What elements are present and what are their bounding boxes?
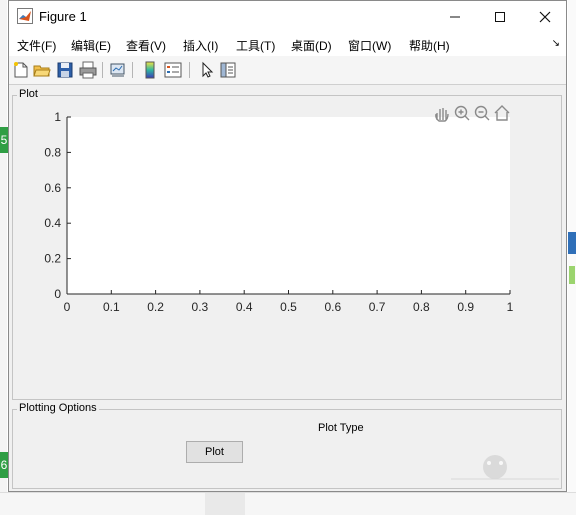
x-tick-label: 0.6 <box>324 300 341 314</box>
line-number-badge: 5 <box>0 127 8 153</box>
y-tick-label: 0.6 <box>44 181 61 195</box>
background-block <box>205 493 245 515</box>
background-editor-right <box>568 0 576 514</box>
y-tick-label: 0 <box>54 287 61 301</box>
restore-view-icon[interactable] <box>494 105 510 121</box>
background-editor-left <box>0 0 7 514</box>
background-blue-bar <box>568 232 576 254</box>
x-tick-label: 0.5 <box>280 300 297 314</box>
background-taskbar-strip <box>0 492 576 515</box>
y-tick-label: 1 <box>54 110 61 124</box>
y-tick-label: 0.8 <box>44 145 61 159</box>
line-number-badge: 6 <box>0 452 8 478</box>
plotting-options-title: Plotting Options <box>17 402 99 414</box>
y-tick-label: 0.2 <box>44 252 61 266</box>
x-tick-label: 0.8 <box>413 300 430 314</box>
axis-group: 0 0.1 0.2 0.3 0.4 0.5 0.6 0.7 0.8 0.9 1 0 0.2 0.4 0.6 0… <box>44 110 513 314</box>
y-tick-label: 0.4 <box>44 216 61 230</box>
x-tick-label: 0.2 <box>147 300 164 314</box>
plot-button[interactable]: Plot <box>186 441 243 463</box>
x-tick-label: 0.1 <box>103 300 120 314</box>
axes-toolbar <box>435 105 510 122</box>
background-run-marker <box>569 266 575 284</box>
zoom-in-icon[interactable] <box>454 105 470 121</box>
x-tick-label: 0.9 <box>457 300 474 314</box>
x-tick-label: 1 <box>507 300 514 314</box>
x-tick-label: 0.7 <box>369 300 386 314</box>
baidu-jingyan-watermark <box>451 455 559 480</box>
x-tick-label: 0.3 <box>192 300 209 314</box>
plot-type-label: Plot Type <box>318 422 364 434</box>
x-tick-label: 0 <box>64 300 71 314</box>
zoom-out-icon[interactable] <box>474 105 490 121</box>
pan-icon[interactable] <box>435 108 449 122</box>
axes-frame: 0 0.1 0.2 0.3 0.4 0.5 0.6 0.7 0.8 0.9 1 0 0.2 0.4 0.6 0… <box>44 110 513 314</box>
x-tick-label: 0.4 <box>236 300 253 314</box>
figure-window: Figure 1 文件(F) 编辑(E) 查看(V) 插入(I) 工具(T) 桌… <box>8 0 567 492</box>
